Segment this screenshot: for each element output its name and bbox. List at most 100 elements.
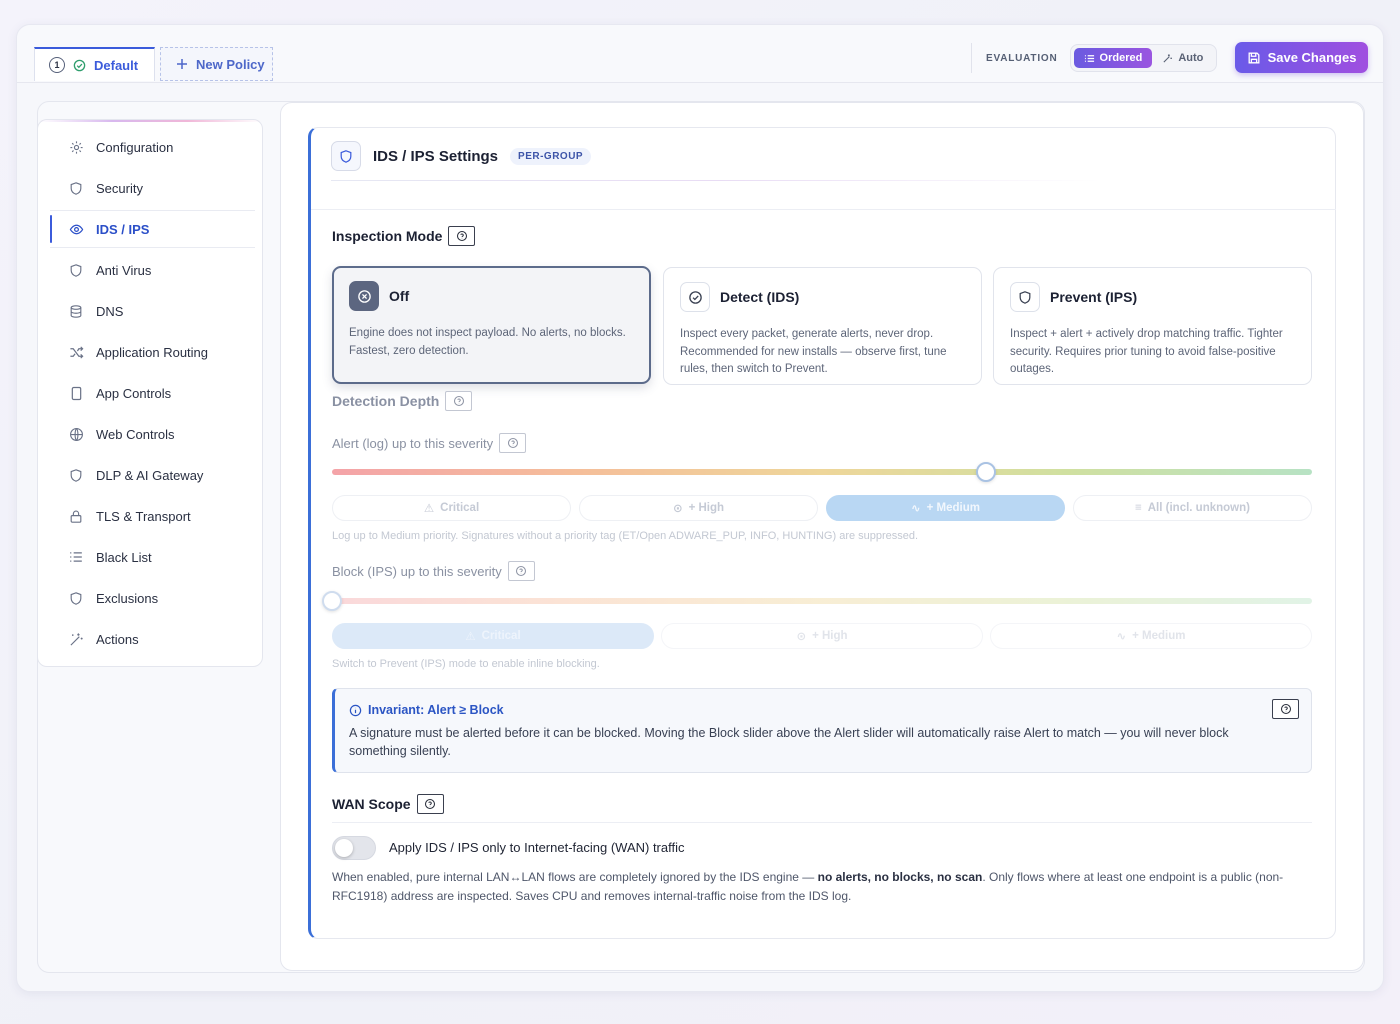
wan-desc-bold: no alerts, no blocks, no scan xyxy=(817,870,983,884)
sidebar-item-exclusions[interactable]: Exclusions xyxy=(50,579,255,617)
alert-chip-all[interactable]: ≡ All (incl. unknown) xyxy=(1073,495,1312,521)
shield-icon xyxy=(68,590,84,606)
sidebar: Configuration Security IDS / IPS Anti Vi… xyxy=(37,119,263,667)
inspection-mode-label: Inspection Mode xyxy=(332,228,443,244)
sidebar-item-configuration[interactable]: Configuration xyxy=(50,128,255,166)
alert-chip-medium[interactable]: ∿ + Medium xyxy=(826,495,1065,521)
ordered-label: Ordered xyxy=(1099,52,1143,64)
detection-depth-title: Detection Depth xyxy=(332,391,473,411)
toggle-knob xyxy=(335,839,353,857)
shield-icon xyxy=(331,141,361,171)
per-group-badge: PER-GROUP xyxy=(510,147,592,165)
sidebar-item-label: Application Routing xyxy=(96,344,209,360)
sidebar-item-label: App Controls xyxy=(96,385,172,401)
card-title: IDS / IPS Settings xyxy=(373,147,499,165)
sidebar-item-actions[interactable]: Actions xyxy=(50,620,255,658)
sidebar-item-label: DLP & AI Gateway xyxy=(96,467,204,483)
alert-chip-label: Critical xyxy=(440,502,480,514)
mode-off-title: Off xyxy=(389,288,410,304)
mode-prevent-card[interactable]: Prevent (IPS) Inspect + alert + actively… xyxy=(993,267,1312,385)
sidebar-item-label: Black List xyxy=(96,549,152,565)
detection-depth-label: Detection Depth xyxy=(332,393,440,409)
block-chip-critical[interactable]: ⚠ Critical xyxy=(332,623,654,649)
auto-button[interactable]: Auto xyxy=(1152,48,1213,68)
phone-icon xyxy=(68,385,84,401)
help-icon[interactable] xyxy=(499,433,527,453)
block-chip-label: + High xyxy=(812,630,848,642)
mode-off-card[interactable]: Off Engine does not inspect payload. No … xyxy=(332,266,651,384)
evaluation-toggle: Ordered Auto xyxy=(1069,44,1218,72)
shield-icon xyxy=(1010,282,1040,312)
invariant-text: A signature must be alerted before it ca… xyxy=(349,726,1229,758)
sidebar-item-label: Security xyxy=(96,180,143,196)
block-chip-high[interactable]: ⊙ + High xyxy=(661,623,983,649)
mode-detect-title: Detect (IDS) xyxy=(720,289,800,305)
help-icon[interactable] xyxy=(416,794,444,814)
warning-icon: ⚠ xyxy=(423,503,435,515)
block-severity-slider[interactable] xyxy=(332,598,1312,604)
alert-chip-critical[interactable]: ⚠ Critical xyxy=(332,495,571,521)
alert-circle-icon: ⊙ xyxy=(672,503,683,515)
header-divider xyxy=(331,180,1101,181)
sidebar-item-label: Actions xyxy=(96,631,139,647)
tab-default[interactable]: 1 Default xyxy=(34,47,155,81)
sidebar-item-dns[interactable]: DNS xyxy=(50,292,255,330)
new-policy-button[interactable]: New Policy xyxy=(160,47,273,81)
check-circle-icon xyxy=(680,282,710,312)
sidebar-item-app-controls[interactable]: App Controls xyxy=(50,374,255,412)
list-icon xyxy=(68,549,84,565)
header-bar: 1 Default New Policy EVALUATION Ordered xyxy=(17,25,1383,83)
divider xyxy=(311,209,1336,210)
block-chip-label: Critical xyxy=(481,630,521,642)
wan-toggle-label: Apply IDS / IPS only to Internet-facing … xyxy=(389,840,685,855)
alert-chip-label: All (incl. unknown) xyxy=(1147,502,1250,514)
sidebar-item-ids-ips[interactable]: IDS / IPS xyxy=(50,210,255,248)
save-changes-button[interactable]: Save Changes xyxy=(1235,42,1368,73)
block-slider-thumb[interactable] xyxy=(322,591,342,611)
mode-prevent-desc: Inspect + alert + actively drop matching… xyxy=(1010,328,1283,375)
invariant-title: Invariant: Alert ≥ Block xyxy=(349,703,1297,717)
mode-detect-card[interactable]: Detect (IDS) Inspect every packet, gener… xyxy=(663,267,982,385)
block-note: Switch to Prevent (IPS) mode to enable i… xyxy=(332,658,600,670)
help-icon[interactable] xyxy=(1272,699,1299,719)
block-chip-medium[interactable]: ∿ + Medium xyxy=(990,623,1312,649)
warning-icon: ⚠ xyxy=(465,631,476,643)
tab-default-label: Default xyxy=(94,57,139,73)
ordered-button[interactable]: Ordered xyxy=(1073,48,1153,68)
sidebar-item-web-controls[interactable]: Web Controls xyxy=(50,415,255,453)
block-severity-title: Block (IPS) up to this severity xyxy=(332,561,535,581)
sidebar-item-anti-virus[interactable]: Anti Virus xyxy=(50,251,255,289)
list-icon: ≡ xyxy=(1135,502,1142,514)
wan-scope-label: WAN Scope xyxy=(332,796,411,812)
help-icon[interactable] xyxy=(445,391,473,411)
wan-only-toggle[interactable] xyxy=(332,836,376,860)
shuffle-icon xyxy=(68,344,84,360)
sidebar-item-application-routing[interactable]: Application Routing xyxy=(50,333,255,371)
alert-severity-slider[interactable] xyxy=(332,469,1312,475)
help-icon[interactable] xyxy=(448,226,476,246)
help-icon[interactable] xyxy=(507,561,535,581)
plus-icon xyxy=(176,58,188,70)
shield-icon xyxy=(68,262,84,278)
check-circle-icon xyxy=(73,59,86,72)
sidebar-item-label: TLS & Transport xyxy=(96,508,191,524)
x-circle-icon xyxy=(349,281,379,311)
wan-scope-title: WAN Scope xyxy=(332,794,444,814)
alert-circle-icon: ⊙ xyxy=(796,631,807,643)
sidebar-item-label: IDS / IPS xyxy=(96,221,150,237)
sidebar-item-dlp-ai-gateway[interactable]: DLP & AI Gateway xyxy=(50,456,255,494)
list-icon xyxy=(1084,53,1095,64)
alert-note: Log up to Medium priority. Signatures wi… xyxy=(332,530,919,542)
inspection-mode-title: Inspection Mode xyxy=(332,226,476,246)
wand-icon xyxy=(68,631,84,647)
sidebar-item-tls-transport[interactable]: TLS & Transport xyxy=(50,497,255,535)
evaluation-label: EVALUATION xyxy=(986,52,1058,64)
alert-chip-high[interactable]: ⊙ + High xyxy=(579,495,818,521)
shield-icon xyxy=(68,467,84,483)
sidebar-item-security[interactable]: Security xyxy=(50,169,255,207)
sidebar-item-black-list[interactable]: Black List xyxy=(50,538,255,576)
card-header: IDS / IPS Settings PER-GROUP xyxy=(331,140,592,172)
alert-slider-thumb[interactable] xyxy=(975,462,996,482)
alert-chip-label: + High xyxy=(688,502,725,514)
alert-chip-label: + Medium xyxy=(926,502,980,514)
